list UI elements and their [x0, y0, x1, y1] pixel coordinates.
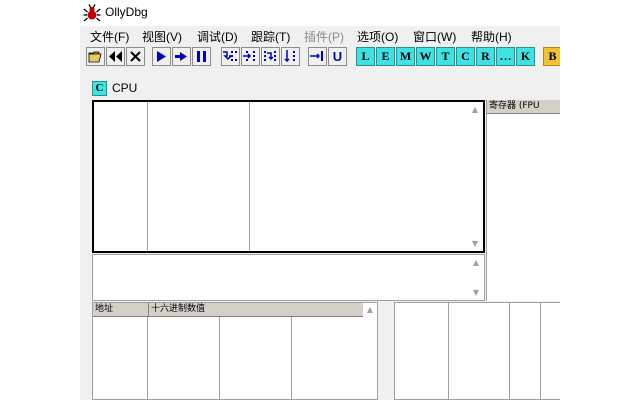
toolbar: U L E M W T C R … K B — [80, 46, 560, 68]
run-trace-window-button[interactable]: … — [496, 47, 515, 66]
hex-column-divider — [249, 102, 250, 251]
scroll-down-icon[interactable]: ▼ — [467, 239, 483, 248]
cpu-window-title: CPU — [112, 81, 138, 95]
menu-file[interactable]: 文件(F) — [90, 28, 129, 45]
execute-till-user-code-icon: U — [332, 49, 343, 64]
pause-button[interactable] — [192, 47, 211, 66]
modules-window-button[interactable]: E — [376, 47, 395, 66]
call-stack-window-button[interactable]: K — [516, 47, 535, 66]
step-over-icon — [243, 51, 255, 61]
stack-column-divider — [540, 303, 541, 399]
run-icon — [157, 51, 166, 62]
stack-column-divider — [509, 303, 510, 399]
threads-window-button[interactable]: T — [436, 47, 455, 66]
dump-column-divider — [291, 317, 292, 399]
execute-till-return-icon — [310, 51, 323, 61]
stack-column-divider — [448, 303, 449, 399]
dump-scrollbar[interactable]: ▲ — [363, 303, 377, 399]
close-button[interactable] — [126, 47, 145, 66]
cpu-window-icon: C — [92, 80, 107, 96]
dump-hex-header[interactable]: 十六进制数值 — [148, 303, 363, 317]
registers-pane[interactable]: 寄存器 (FPU — [486, 100, 560, 301]
bug-icon — [83, 4, 101, 22]
menu-bar: 文件(F) 视图(V) 调试(D) 跟踪(T) 插件(P) 选项(O) 窗口(W… — [80, 26, 560, 46]
menu-view[interactable]: 视图(V) — [142, 28, 182, 45]
address-column-divider — [147, 102, 148, 251]
disassembler-pane[interactable]: ▲ ▼ — [92, 100, 485, 253]
references-window-button[interactable]: R — [476, 47, 495, 66]
execute-till-return-button[interactable] — [308, 47, 327, 66]
run-thread-button[interactable] — [172, 47, 191, 66]
menu-trace[interactable]: 跟踪(T) — [251, 28, 290, 45]
menu-debug[interactable]: 调试(D) — [197, 28, 238, 45]
pause-icon — [197, 51, 206, 62]
run-thread-icon — [175, 52, 187, 61]
trace-into-icon — [264, 51, 276, 61]
step-into-button[interactable] — [221, 47, 240, 66]
menu-help[interactable]: 帮助(H) — [471, 28, 512, 45]
memory-window-button[interactable]: M — [396, 47, 415, 66]
breakpoints-window-button[interactable]: B — [543, 47, 560, 66]
info-scrollbar[interactable]: ▲ ▼ — [468, 255, 484, 300]
trace-into-button[interactable] — [261, 47, 280, 66]
dump-pane[interactable]: 地址 十六进制数值 ▲ — [92, 302, 378, 400]
scroll-up-icon[interactable]: ▲ — [467, 105, 483, 114]
cpu-window-caption[interactable]: C CPU — [92, 80, 137, 96]
ollydbg-window: OllyDbg 文件(F) 视图(V) 调试(D) 跟踪(T) 插件(P) 选项… — [80, 0, 560, 400]
dump-column-divider — [147, 317, 148, 399]
menu-options[interactable]: 选项(O) — [357, 28, 398, 45]
close-icon — [130, 51, 141, 62]
cpu-window-button[interactable]: C — [456, 47, 475, 66]
scroll-up-icon[interactable]: ▲ — [468, 258, 484, 267]
window-title: OllyDbg — [105, 5, 148, 19]
scroll-down-icon[interactable]: ▼ — [468, 288, 484, 297]
scroll-up-icon[interactable]: ▲ — [363, 305, 377, 314]
step-over-button[interactable] — [241, 47, 260, 66]
windows-window-button[interactable]: W — [416, 47, 435, 66]
dump-address-header[interactable]: 地址 — [93, 303, 148, 317]
dump-column-divider — [219, 317, 220, 399]
disassembler-scrollbar[interactable]: ▲ ▼ — [467, 102, 483, 251]
registers-header: 寄存器 (FPU — [487, 100, 560, 114]
title-bar[interactable]: OllyDbg — [80, 0, 560, 26]
open-button[interactable] — [86, 47, 105, 66]
restart-button[interactable] — [106, 47, 125, 66]
menu-plugins[interactable]: 插件(P) — [304, 28, 344, 45]
info-pane[interactable]: ▲ ▼ — [92, 254, 485, 301]
trace-over-button[interactable] — [281, 47, 300, 66]
trace-over-icon — [284, 50, 295, 63]
menu-window[interactable]: 窗口(W) — [413, 28, 456, 45]
mdi-client-area: C CPU ▲ ▼ ▲ ▼ 寄存器 (FPU 地址 十六进制数值 ▲ — [80, 70, 560, 400]
execute-till-user-code-button[interactable]: U — [328, 47, 347, 66]
stack-pane[interactable] — [394, 302, 560, 400]
open-folder-icon — [88, 51, 102, 63]
restart-icon — [109, 51, 122, 62]
step-into-icon — [223, 51, 237, 61]
run-button[interactable] — [152, 47, 171, 66]
log-window-button[interactable]: L — [356, 47, 375, 66]
